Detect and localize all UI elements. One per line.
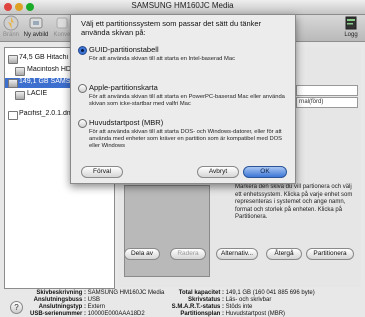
info-row-description: Skivbeskrivning : SAMSUNG HM160JC Media — [36, 290, 165, 296]
format-popup[interactable]: rnal(förd) — [296, 97, 358, 108]
disk-info-panel: Skivbeskrivning : SAMSUNG HM160JC Media … — [0, 290, 365, 317]
erase-button[interactable]: Radera — [170, 248, 206, 260]
disk-utility-window: SAMSUNG HM160JC Media Bränn Ny avbild Ko… — [0, 0, 365, 317]
info-row-smart-status: S.M.A.R.T.-status : Stöds inte — [171, 304, 253, 310]
partition-map-preview — [124, 185, 210, 277]
info-row-serial: USB-serienummer : 10000E000AAA18D2 — [30, 311, 145, 317]
cancel-button[interactable]: Avbryt — [197, 166, 239, 178]
burn-icon — [3, 15, 19, 31]
hard-drive-icon — [8, 55, 18, 64]
burn-button[interactable]: Bränn — [2, 15, 20, 38]
window-title: SAMSUNG HM160JC Media — [131, 1, 234, 10]
revert-button[interactable]: Återgå — [266, 248, 302, 260]
guid-radio[interactable] — [78, 46, 87, 55]
partition-scheme-sheet: Välj ett partitionssystem som passar det… — [70, 14, 296, 184]
partition-help-text: Markera den skiva du vill partionera och… — [235, 184, 353, 220]
volume-icon — [15, 67, 25, 76]
new-image-button[interactable]: Ny avbild — [22, 15, 50, 38]
partition-button[interactable]: Partitionera — [306, 248, 354, 260]
log-button[interactable]: Logg — [342, 15, 360, 38]
apple-partition-map-radio[interactable] — [78, 84, 87, 93]
disk-image-icon — [8, 111, 18, 120]
sheet-question: Välj ett partitionssystem som passar det… — [81, 19, 262, 37]
split-button[interactable]: Dela av — [124, 248, 160, 260]
info-row-partition-scheme: Partitionsplan : Huvudstartpost (MBR) — [180, 311, 286, 317]
log-icon — [345, 16, 357, 30]
help-button[interactable]: ? — [10, 301, 23, 314]
convert-icon — [56, 17, 68, 29]
info-row-type: Anslutningstyp : Extern — [38, 304, 106, 310]
convert-button[interactable]: Konve — [52, 15, 72, 38]
ok-button[interactable]: OK — [243, 166, 287, 178]
name-field[interactable] — [296, 85, 358, 96]
info-row-write-status: Skrivstatus : Läs- och skrivbar — [187, 297, 272, 303]
info-row-capacity: Total kapacitet : 149,1 GB (160 041 885 … — [178, 290, 315, 296]
info-row-bus: Anslutningsbuss : USB — [33, 297, 101, 303]
title-bar: SAMSUNG HM160JC Media — [0, 0, 365, 15]
options-button[interactable]: Alternativ... — [216, 248, 258, 260]
new-image-icon — [29, 17, 43, 29]
default-button[interactable]: Förval — [81, 166, 123, 178]
volume-icon — [15, 91, 25, 100]
mbr-radio[interactable] — [78, 119, 87, 128]
external-drive-icon — [8, 79, 18, 88]
